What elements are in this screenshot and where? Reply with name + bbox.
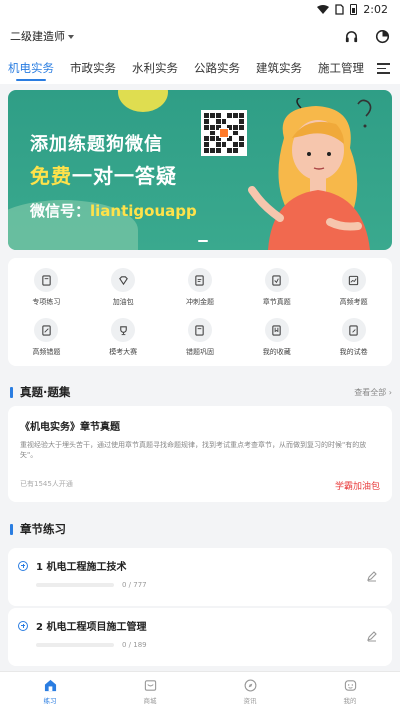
grid-item-high-frequency[interactable]: 高频考题 (315, 266, 392, 314)
function-grid: 专项练习 加油包 冲刺金题 章节真题 高频考题 高频错题 模考大赛 错题巩固 我… (8, 258, 392, 366)
timer-icon[interactable] (375, 29, 390, 44)
book-icon (34, 268, 59, 292)
expand-plus-icon[interactable] (18, 560, 28, 571)
chapter-icon (264, 268, 289, 292)
bookmark-icon (264, 318, 289, 342)
tab-building[interactable]: 建筑实务 (256, 54, 302, 84)
nav-shop[interactable]: 商城 (100, 672, 200, 711)
section-title: 真题·题集 (20, 385, 71, 399)
chapter-name: 2 机电工程项目施工管理 (36, 622, 147, 633)
chapter-item[interactable]: 2 机电工程项目施工管理 0 / 189 (8, 608, 392, 666)
progress-count: 0 / 189 (122, 641, 147, 649)
chapter-practice-section-header: 章节练习 (8, 517, 392, 541)
grid-item-chapter-real[interactable]: 章节真题 (238, 266, 315, 314)
home-icon (44, 679, 56, 691)
grid-item-my-papers[interactable]: 我的试卷 (315, 316, 392, 364)
nav-practice[interactable]: 练习 (0, 672, 100, 711)
shop-icon (144, 679, 156, 691)
grid-item-special-practice[interactable]: 专项练习 (8, 266, 85, 314)
section-accent-bar (10, 386, 13, 398)
edit-doc-icon (34, 318, 59, 342)
diamond-icon (111, 268, 136, 292)
trophy-icon (111, 318, 136, 342)
progress-bar (36, 643, 114, 647)
chapter-item[interactable]: 1 机电工程施工技术 0 / 777 (8, 548, 392, 606)
tab-construction-management[interactable]: 施工管理 (318, 54, 364, 84)
qr-logo (219, 128, 229, 138)
grid-item-frequent-mistakes[interactable]: 高频错题 (8, 316, 85, 364)
card-title: 《机电实务》章节真题 (20, 422, 120, 433)
pencil-icon[interactable] (366, 570, 378, 582)
battery-icon (350, 3, 358, 15)
chapter-real-card[interactable]: 《机电实务》章节真题 重视经验大于埋头苦干，通过使用章节真题寻找命题规律，找到考… (8, 406, 392, 502)
view-all-link[interactable]: 查看全部 › (354, 387, 392, 398)
promo-banner[interactable]: 添加练题狗微信 免费一对一答疑 微信号：liantigouapp (8, 90, 392, 250)
grid-item-mock-contest[interactable]: 模考大赛 (85, 316, 162, 364)
banner-subheadline: 免费一对一答疑 (30, 164, 177, 188)
tab-water[interactable]: 水利实务 (132, 54, 178, 84)
status-time: 2:02 (363, 2, 388, 16)
pencil-icon[interactable] (366, 630, 378, 642)
progress-bar (36, 583, 114, 587)
girl-illustration (248, 98, 372, 250)
nav-news[interactable]: 资讯 (200, 672, 300, 711)
section-accent-bar (10, 523, 13, 535)
banner-wechat-id: 微信号：liantigouapp (30, 202, 197, 220)
bottom-nav: 练习 商城 资讯 我的 (0, 671, 400, 711)
decor-circle (118, 90, 168, 112)
grid-item-sprint-questions[interactable]: 冲刺金题 (162, 266, 239, 314)
subject-tabs: 机电实务 市政实务 水利实务 公路实务 建筑实务 施工管理 建 (0, 54, 400, 84)
real-exam-section-header: 真题·题集 查看全部 › (8, 380, 392, 404)
chart-icon (341, 268, 366, 292)
nav-me[interactable]: 我的 (300, 672, 400, 711)
boost-pack-link[interactable]: 学霸加油包 (335, 479, 380, 492)
paper-icon (341, 318, 366, 342)
section-title: 章节练习 (20, 522, 66, 536)
expand-plus-icon[interactable] (18, 620, 28, 631)
exam-level-selector[interactable]: 二级建造师 (10, 28, 74, 44)
exam-level-label: 二级建造师 (10, 30, 65, 43)
headset-icon[interactable] (344, 29, 359, 44)
subscriber-count: 已有1545人开通 (20, 480, 73, 488)
user-icon (344, 679, 356, 691)
chapter-name: 1 机电工程施工技术 (36, 562, 127, 573)
card-description: 重视经验大于埋头苦干，通过使用章节真题寻找命题规律，找到考试重点考查章节，从而做… (20, 441, 367, 459)
tab-highway[interactable]: 公路实务 (194, 54, 240, 84)
progress-count: 0 / 777 (122, 581, 147, 589)
menu-icon[interactable] (377, 63, 390, 74)
grid-item-my-favorites[interactable]: 我的收藏 (238, 316, 315, 364)
note-icon (187, 318, 212, 342)
grid-item-boost-pack[interactable]: 加油包 (85, 266, 162, 314)
grid-item-mistake-review[interactable]: 错题巩固 (162, 316, 239, 364)
chevron-down-icon (68, 34, 74, 39)
carousel-indicator (198, 240, 208, 242)
top-bar: 二级建造师 (0, 18, 400, 54)
tab-municipal[interactable]: 市政实务 (70, 54, 116, 84)
tab-mechanical[interactable]: 机电实务 (8, 54, 54, 84)
status-bar: 2:02 (0, 0, 400, 18)
document-icon (187, 268, 212, 292)
compass-icon (244, 679, 256, 691)
banner-headline: 添加练题狗微信 (30, 134, 163, 155)
wifi-icon (317, 4, 330, 14)
no-sim-icon (335, 3, 344, 15)
